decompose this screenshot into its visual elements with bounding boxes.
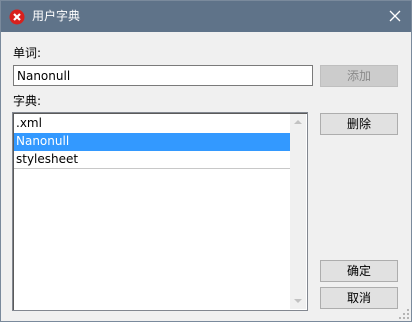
app-icon [9, 9, 25, 25]
word-label: 单词: [13, 46, 42, 60]
add-button[interactable]: 添加 [320, 65, 398, 87]
dictionary-label: 字典: [13, 94, 42, 108]
delete-button[interactable]: 删除 [320, 113, 398, 135]
scroll-up-arrow-icon[interactable] [294, 120, 302, 124]
title-bar[interactable]: 用户字典 [1, 1, 411, 32]
resize-grip-icon[interactable] [399, 309, 409, 319]
word-input[interactable]: Nanonull [13, 65, 313, 86]
dictionary-list[interactable]: .xml Nanonull stylesheet [12, 112, 308, 311]
user-dictionary-dialog: 用户字典 单词: Nanonull 添加 字典: .xml Nanonull s… [0, 0, 412, 322]
list-item[interactable]: .xml [14, 115, 294, 133]
scroll-down-arrow-icon[interactable] [294, 299, 302, 303]
close-icon [389, 10, 401, 22]
cancel-button[interactable]: 取消 [320, 287, 398, 309]
list-scrollbar[interactable] [290, 114, 306, 309]
close-button[interactable] [383, 5, 407, 27]
list-item-selected[interactable]: Nanonull [14, 133, 294, 151]
list-item[interactable]: stylesheet [14, 151, 294, 169]
ok-button[interactable]: 确定 [320, 260, 398, 282]
window-title: 用户字典 [32, 9, 81, 23]
